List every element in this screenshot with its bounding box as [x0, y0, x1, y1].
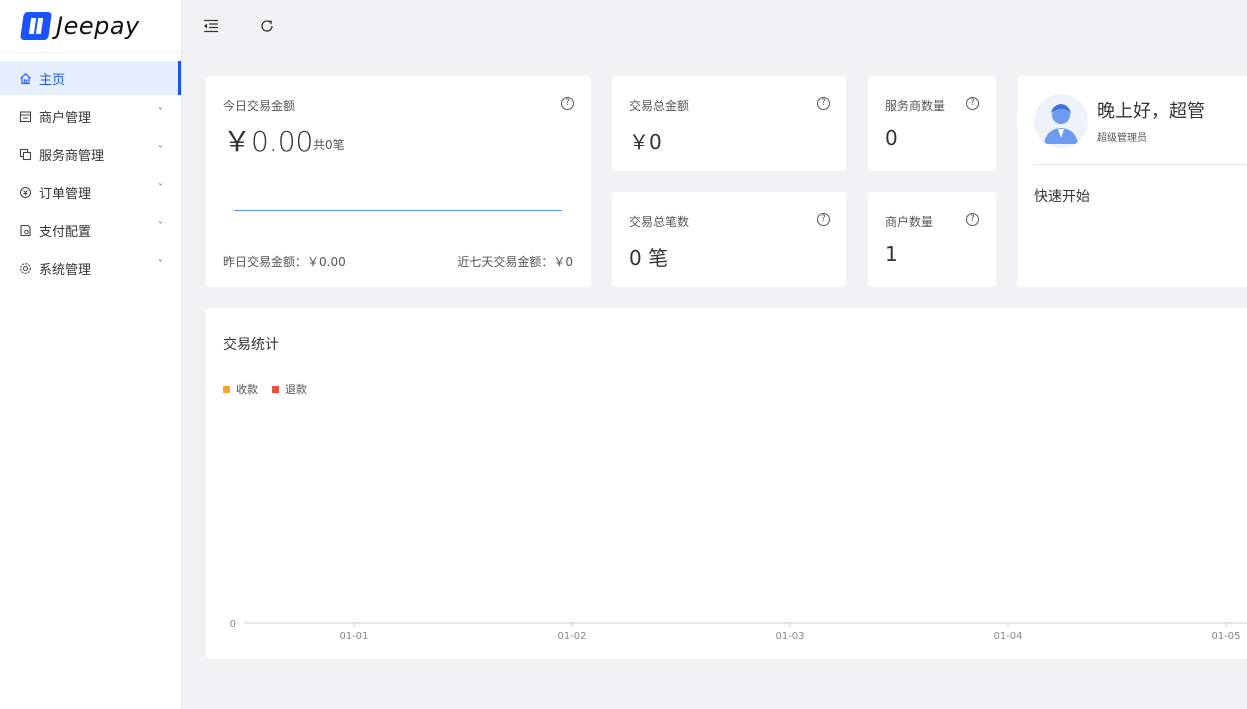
today-transaction-card: 今日交易金额 ? ￥0.00 共0笔 昨日交易金额：￥0.00 近七天交易金额：…: [206, 76, 591, 287]
user-role: 超级管理员: [1097, 133, 1147, 144]
x-tick-label: 01-04: [993, 631, 1022, 642]
today-amount: ￥0.00: [223, 125, 314, 158]
sidebar-item-label: 服务商管理: [39, 148, 105, 164]
menu-fold-icon[interactable]: [202, 17, 220, 35]
card-title: 交易总笔数: [629, 215, 690, 229]
topbar: [182, 0, 1247, 52]
sidebar-item-pay-config[interactable]: 支付配置 ˅: [0, 213, 181, 247]
merchant-count-card: 商户数量 ? 1: [868, 192, 996, 287]
stat-value: 1: [885, 242, 898, 266]
sidebar-item-system[interactable]: 系统管理 ˅: [0, 251, 181, 285]
question-circle-icon[interactable]: ?: [966, 213, 979, 226]
sidebar-item-home[interactable]: 主页: [0, 61, 181, 95]
question-circle-icon[interactable]: ?: [561, 97, 574, 110]
stat-value: ￥0: [629, 130, 662, 154]
sidebar: Jeepay 主页 商户管理 ˅ 服务商管理 ˅ 订单管理 ˅ 支付配置 ˅ 系…: [0, 0, 182, 709]
card-title: 商户数量: [885, 215, 934, 229]
chevron-down-icon: ˅: [158, 259, 163, 270]
isv-count-card: 服务商数量 ? 0: [868, 76, 996, 171]
sidebar-item-label: 主页: [39, 72, 66, 88]
transaction-stats-card: 交易统计 收款 退款 0 01-01 01-02 01-03 01-04 01-05: [206, 308, 1247, 659]
transaction-chart: 0 01-01 01-02 01-03 01-04 01-05: [230, 619, 1247, 642]
sidebar-item-label: 商户管理: [39, 110, 92, 126]
y-tick-label: 0: [230, 619, 236, 630]
stat-value: 0 笔: [629, 246, 669, 270]
x-tick-label: 01-05: [1211, 631, 1240, 642]
card-title: 交易总金额: [629, 99, 690, 113]
stat-value: 0: [885, 126, 898, 150]
chevron-down-icon: ˅: [158, 183, 163, 194]
question-circle-icon[interactable]: ?: [817, 213, 830, 226]
x-tick-label: 01-03: [775, 631, 804, 642]
sparkline: [234, 210, 562, 211]
reload-icon[interactable]: [258, 17, 276, 35]
chevron-down-icon: ˅: [158, 107, 163, 118]
x-tick-label: 01-01: [339, 631, 368, 642]
card-title: 服务商数量: [885, 99, 946, 113]
sidebar-item-merchant[interactable]: 商户管理 ˅: [0, 99, 181, 133]
week-amount: 近七天交易金额：￥0: [457, 255, 573, 269]
greeting: 晚上好，超管: [1097, 101, 1205, 122]
sidebar-item-label: 支付配置: [39, 224, 92, 240]
order-icon: [18, 185, 32, 199]
total-count-card: 交易总笔数 ? 0 笔: [612, 192, 846, 287]
chevron-down-icon: ˅: [158, 145, 163, 156]
today-count: 共0笔: [313, 138, 345, 152]
quick-start-title: 快速开始: [1034, 189, 1090, 205]
brand-name: Jeepay: [56, 12, 140, 40]
question-circle-icon[interactable]: ?: [817, 97, 830, 110]
chevron-down-icon: ˅: [158, 221, 163, 232]
store-icon: [18, 109, 32, 123]
total-amount-card: 交易总金额 ? ￥0: [612, 76, 846, 171]
question-circle-icon[interactable]: ?: [966, 97, 979, 110]
sidebar-item-order[interactable]: 订单管理 ˅: [0, 175, 181, 209]
brand-logo[interactable]: Jeepay: [0, 0, 181, 53]
file-cog-icon: [18, 223, 32, 237]
x-tick-label: 01-02: [557, 631, 586, 642]
sidebar-item-label: 订单管理: [39, 186, 92, 202]
avatar[interactable]: [1034, 94, 1088, 148]
gear-icon: [18, 261, 32, 275]
copy-icon: [18, 147, 32, 161]
yesterday-amount: 昨日交易金额：￥0.00: [223, 255, 346, 269]
card-title: 今日交易金额: [223, 99, 296, 113]
divider: [1034, 164, 1247, 165]
sidebar-menu: 主页 商户管理 ˅ 服务商管理 ˅ 订单管理 ˅ 支付配置 ˅ 系统管理 ˅: [0, 53, 181, 285]
home-icon: [18, 71, 32, 85]
sidebar-item-label: 系统管理: [39, 262, 92, 278]
jeepay-logo-icon: [20, 12, 52, 40]
sidebar-item-isv[interactable]: 服务商管理 ˅: [0, 137, 181, 171]
user-card: 晚上好，超管 超级管理员 快速开始: [1017, 76, 1247, 287]
